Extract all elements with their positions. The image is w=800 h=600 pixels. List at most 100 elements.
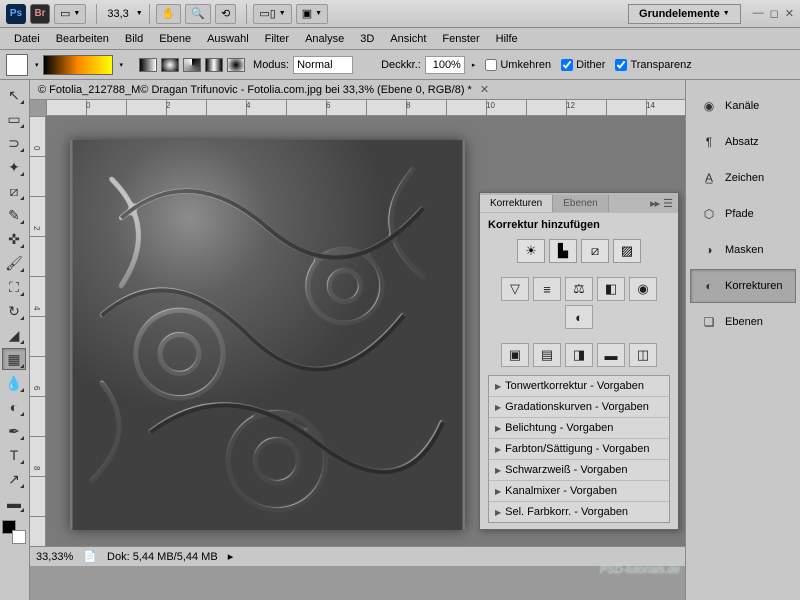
brightness-contrast-icon[interactable]: ☀ <box>517 239 545 263</box>
posterize-icon[interactable]: ▤ <box>533 343 561 367</box>
tab-close-icon[interactable]: ✕ <box>480 83 489 96</box>
ruler-vertical: 0 2 4 6 8 <box>30 116 46 546</box>
levels-icon[interactable]: ▙ <box>549 239 577 263</box>
modus-dropdown[interactable] <box>293 56 353 74</box>
screen-mode-button[interactable]: ▣▼ <box>296 4 328 24</box>
black-white-icon[interactable]: ◧ <box>597 277 625 301</box>
eraser-tool[interactable]: ◢ <box>2 324 26 346</box>
menu-bild[interactable]: Bild <box>117 30 151 48</box>
adjustments-tab[interactable]: Korrekturen <box>480 195 553 212</box>
lasso-tool[interactable]: ⊃ <box>2 132 26 154</box>
umkehren-checkbox[interactable]: Umkehren <box>485 59 551 71</box>
bridge-icon[interactable]: Br <box>30 4 50 24</box>
layout-menu-button[interactable]: ▭▼ <box>54 4 86 24</box>
preset-item[interactable]: ▶Tonwertkorrektur - Vorgaben <box>489 376 669 397</box>
panel-kanaele[interactable]: ◉Kanäle <box>690 89 796 123</box>
panel-ebenen[interactable]: ❏Ebenen <box>690 305 796 339</box>
menu-fenster[interactable]: Fenster <box>434 30 487 48</box>
photoshop-icon[interactable]: Ps <box>6 4 26 24</box>
stamp-tool[interactable]: ⛶ <box>2 276 26 298</box>
invert-icon[interactable]: ▣ <box>501 343 529 367</box>
panel-korrekturen[interactable]: ◐Korrekturen <box>690 269 796 303</box>
blur-tool[interactable]: 💧 <box>2 372 26 394</box>
gradient-preview[interactable] <box>43 55 113 75</box>
curves-icon[interactable]: ⧄ <box>581 239 609 263</box>
type-tool[interactable]: T <box>2 444 26 466</box>
preset-item[interactable]: ▶Sel. Farbkorr. - Vorgaben <box>489 502 669 522</box>
menu-auswahl[interactable]: Auswahl <box>199 30 257 48</box>
preset-item[interactable]: ▶Schwarzweiß - Vorgaben <box>489 460 669 481</box>
history-brush-tool[interactable]: ↻ <box>2 300 26 322</box>
gradient-angle-icon[interactable] <box>183 58 201 72</box>
photo-filter-icon[interactable]: ◉ <box>629 277 657 301</box>
panel-masken[interactable]: ◑Masken <box>690 233 796 267</box>
color-balance-icon[interactable]: ⚖ <box>565 277 593 301</box>
status-zoom[interactable]: 33,33% <box>36 551 73 563</box>
top-bar: Ps Br ▭▼ 33,3 ▼ ✋ 🔍 ⟲ ▭▯▼ ▣▼ Grundelement… <box>0 0 800 28</box>
panel-menu-icon[interactable]: ☰ <box>663 197 672 210</box>
ruler-horizontal: 0 2 4 6 8 10 12 14 <box>46 100 685 116</box>
menu-ebene[interactable]: Ebene <box>151 30 199 48</box>
document-tab[interactable]: © Fotolia_212788_M© Dragan Trifunovic - … <box>30 80 685 100</box>
crop-tool[interactable]: ⧄ <box>2 180 26 202</box>
zoom-value[interactable]: 33,3 <box>107 8 128 20</box>
menu-analyse[interactable]: Analyse <box>297 30 352 48</box>
toolbox: ↖ ▭ ⊃ ✦ ⧄ ✎ ✜ 🖌 ⛶ ↻ ◢ ▦ 💧 ◐ ✒ T ↗ ▬ <box>0 80 30 600</box>
dodge-tool[interactable]: ◐ <box>2 396 26 418</box>
vibrance-icon[interactable]: ▽ <box>501 277 529 301</box>
menu-filter[interactable]: Filter <box>257 30 297 48</box>
maximize-button[interactable]: ◻ <box>770 7 779 20</box>
gradient-reflected-icon[interactable] <box>205 58 223 72</box>
tool-preset-swatch[interactable] <box>6 54 28 76</box>
modus-label: Modus: <box>253 59 289 71</box>
wand-tool[interactable]: ✦ <box>2 156 26 178</box>
brush-tool[interactable]: 🖌 <box>2 252 26 274</box>
gradient-linear-icon[interactable] <box>139 58 157 72</box>
pen-tool[interactable]: ✒ <box>2 420 26 442</box>
gradient-diamond-icon[interactable] <box>227 58 245 72</box>
gradient-map-icon[interactable]: ▬ <box>597 343 625 367</box>
marquee-tool[interactable]: ▭ <box>2 108 26 130</box>
preset-item[interactable]: ▶Farbton/Sättigung - Vorgaben <box>489 439 669 460</box>
threshold-icon[interactable]: ◨ <box>565 343 593 367</box>
panel-pfade[interactable]: ⬡Pfade <box>690 197 796 231</box>
layers-tab[interactable]: Ebenen <box>553 195 608 212</box>
shape-tool[interactable]: ▬ <box>2 492 26 514</box>
panel-zeichen[interactable]: A̲Zeichen <box>690 161 796 195</box>
preset-item[interactable]: ▶Gradationskurven - Vorgaben <box>489 397 669 418</box>
gradient-radial-icon[interactable] <box>161 58 179 72</box>
status-arrow-icon[interactable]: ▸ <box>228 550 234 563</box>
panel-collapse-icon[interactable]: ▸▸ <box>650 197 659 210</box>
color-wells[interactable] <box>2 520 26 544</box>
close-button[interactable]: ✕ <box>785 7 794 20</box>
path-tool[interactable]: ↗ <box>2 468 26 490</box>
status-doc-info: Dok: 5,44 MB/5,44 MB <box>107 551 218 563</box>
preset-item[interactable]: ▶Belichtung - Vorgaben <box>489 418 669 439</box>
transparenz-checkbox[interactable]: Transparenz <box>615 59 691 71</box>
menu-bearbeiten[interactable]: Bearbeiten <box>48 30 117 48</box>
rotate-view-button[interactable]: ⟲ <box>215 4 236 24</box>
zoom-dropdown-icon[interactable]: ▼ <box>136 10 143 17</box>
menu-ansicht[interactable]: Ansicht <box>382 30 434 48</box>
channel-mixer-icon[interactable]: ◐ <box>565 305 593 329</box>
zoom-tool-button[interactable]: 🔍 <box>185 4 211 24</box>
canvas-image[interactable] <box>70 140 465 530</box>
selective-color-icon[interactable]: ◫ <box>629 343 657 367</box>
menu-datei[interactable]: Datei <box>6 30 48 48</box>
arrange-button[interactable]: ▭▯▼ <box>253 4 291 24</box>
gradient-tool[interactable]: ▦ <box>2 348 26 370</box>
dither-checkbox[interactable]: Dither <box>561 59 605 71</box>
workspace-dropdown[interactable]: Grundelemente▼ <box>628 4 741 24</box>
exposure-icon[interactable]: ▨ <box>613 239 641 263</box>
preset-item[interactable]: ▶Kanalmixer - Vorgaben <box>489 481 669 502</box>
eyedropper-tool[interactable]: ✎ <box>2 204 26 226</box>
hue-saturation-icon[interactable]: ≡ <box>533 277 561 301</box>
move-tool[interactable]: ↖ <box>2 84 26 106</box>
menu-hilfe[interactable]: Hilfe <box>488 30 526 48</box>
heal-tool[interactable]: ✜ <box>2 228 26 250</box>
minimize-button[interactable]: — <box>753 7 764 20</box>
opacity-input[interactable] <box>425 56 465 74</box>
hand-tool-button[interactable]: ✋ <box>156 4 182 24</box>
menu-3d[interactable]: 3D <box>352 30 382 48</box>
panel-absatz[interactable]: ¶Absatz <box>690 125 796 159</box>
